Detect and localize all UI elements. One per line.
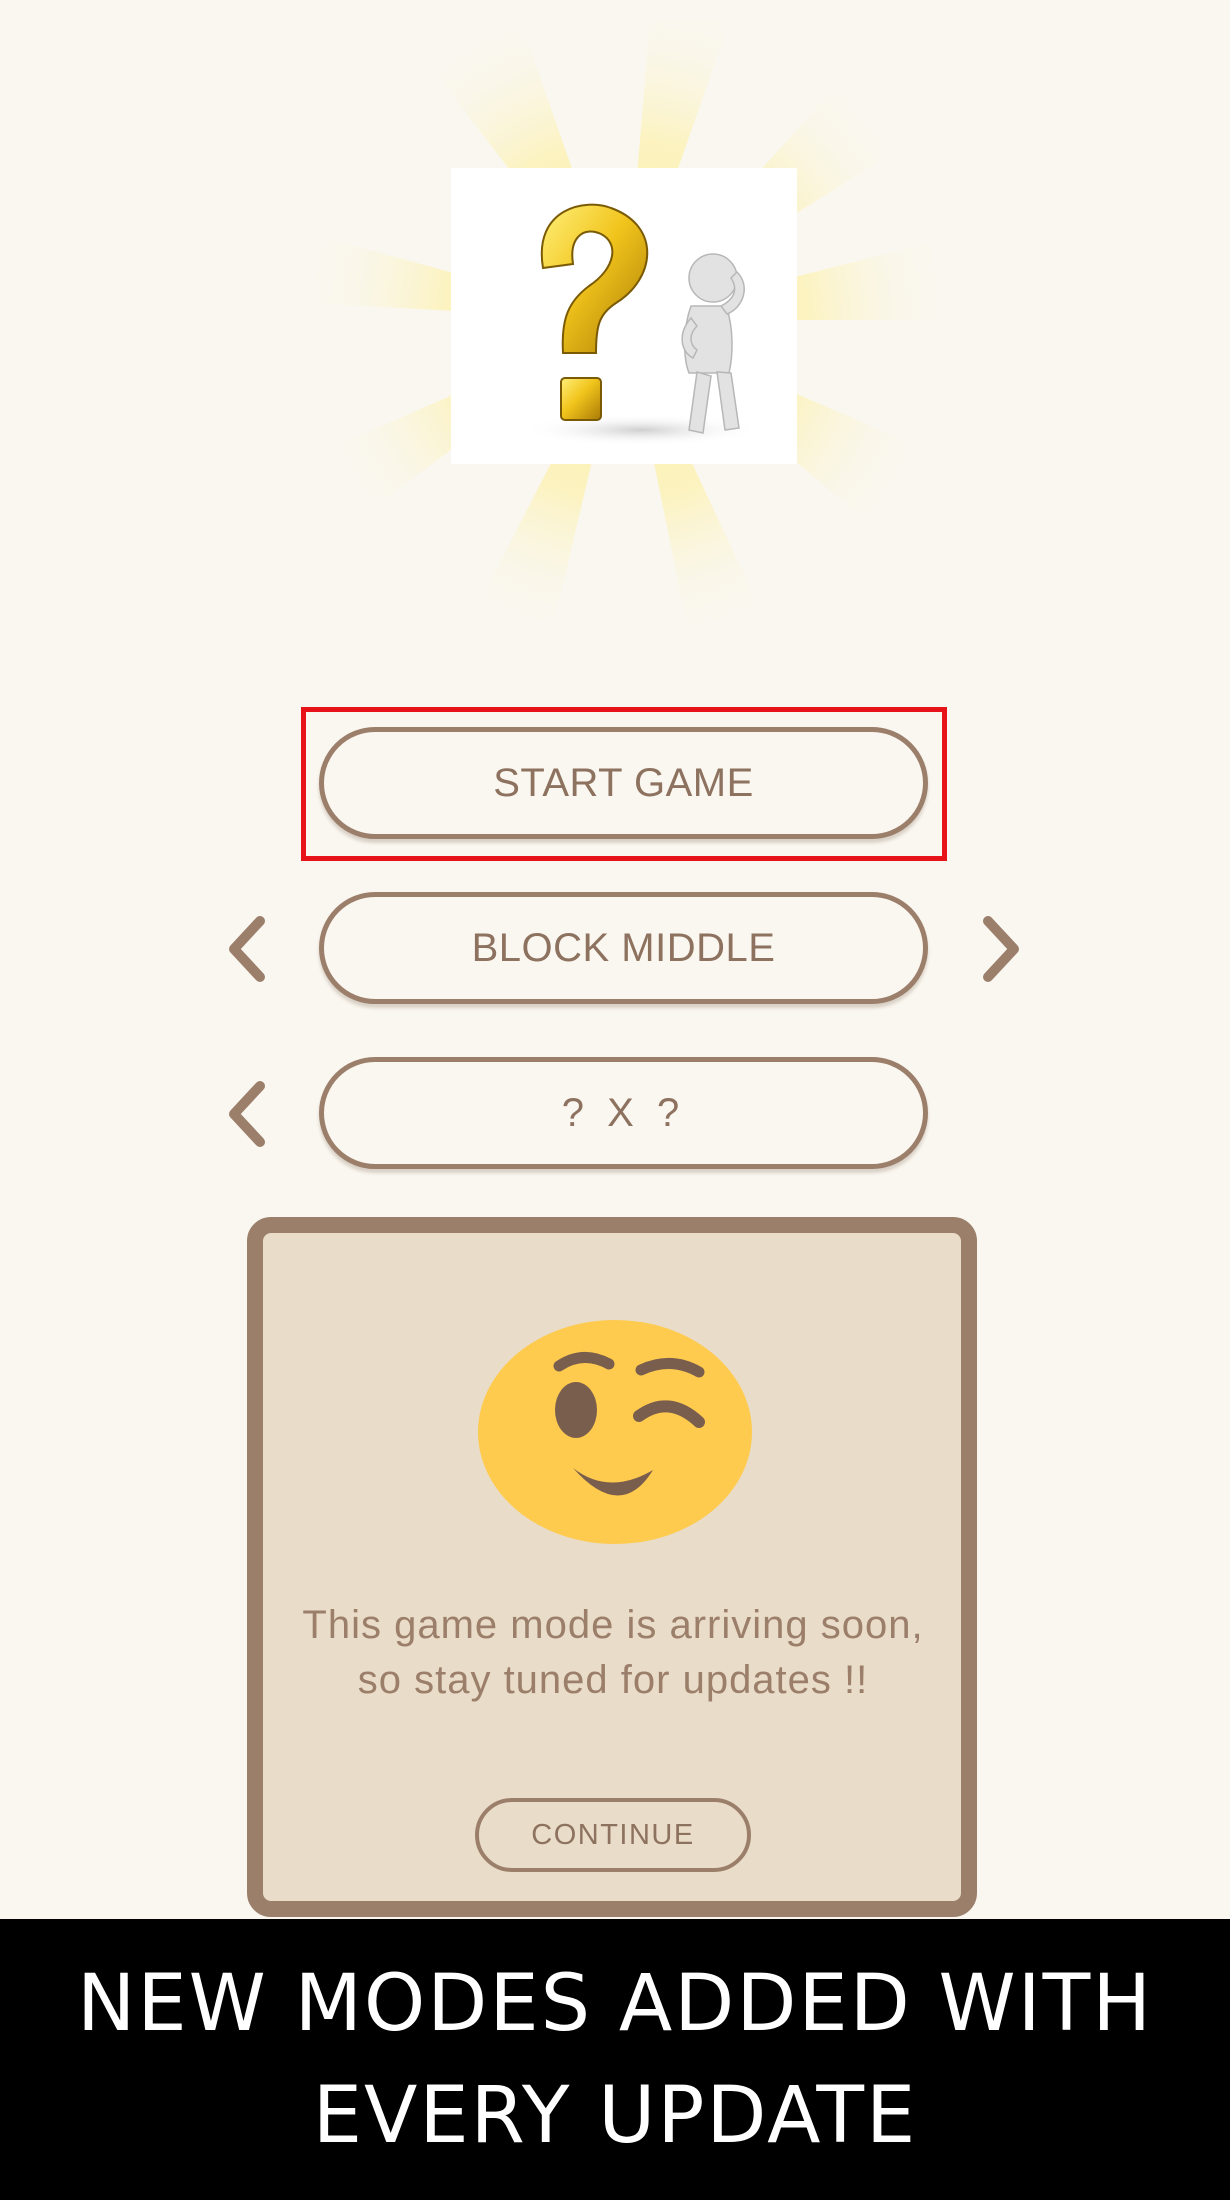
caption-banner: NEW MODES ADDED WITH EVERY UPDATE [0,1919,1230,2200]
board-size-label: ? X ? [561,1090,686,1135]
continue-label: CONTINUE [531,1818,695,1851]
mode-next-arrow-icon[interactable] [970,909,1030,989]
continue-button[interactable]: CONTINUE [475,1798,751,1872]
game-mode-selector[interactable]: BLOCK MIDDLE [319,892,928,1004]
mode-prev-arrow-icon[interactable] [218,909,278,989]
board-size-selector[interactable]: ? X ? [319,1057,928,1169]
start-game-button[interactable]: START GAME [319,727,928,839]
winking-face-icon [471,1318,759,1546]
size-prev-arrow-icon[interactable] [218,1074,278,1154]
start-game-label: START GAME [493,760,754,805]
app-logo [451,168,797,464]
caption-text: NEW MODES ADDED WITH EVERY UPDATE [77,1958,1153,2161]
dialog-message: This game mode is arriving soon, so stay… [302,1603,924,1702]
game-mode-label: BLOCK MIDDLE [471,925,776,970]
